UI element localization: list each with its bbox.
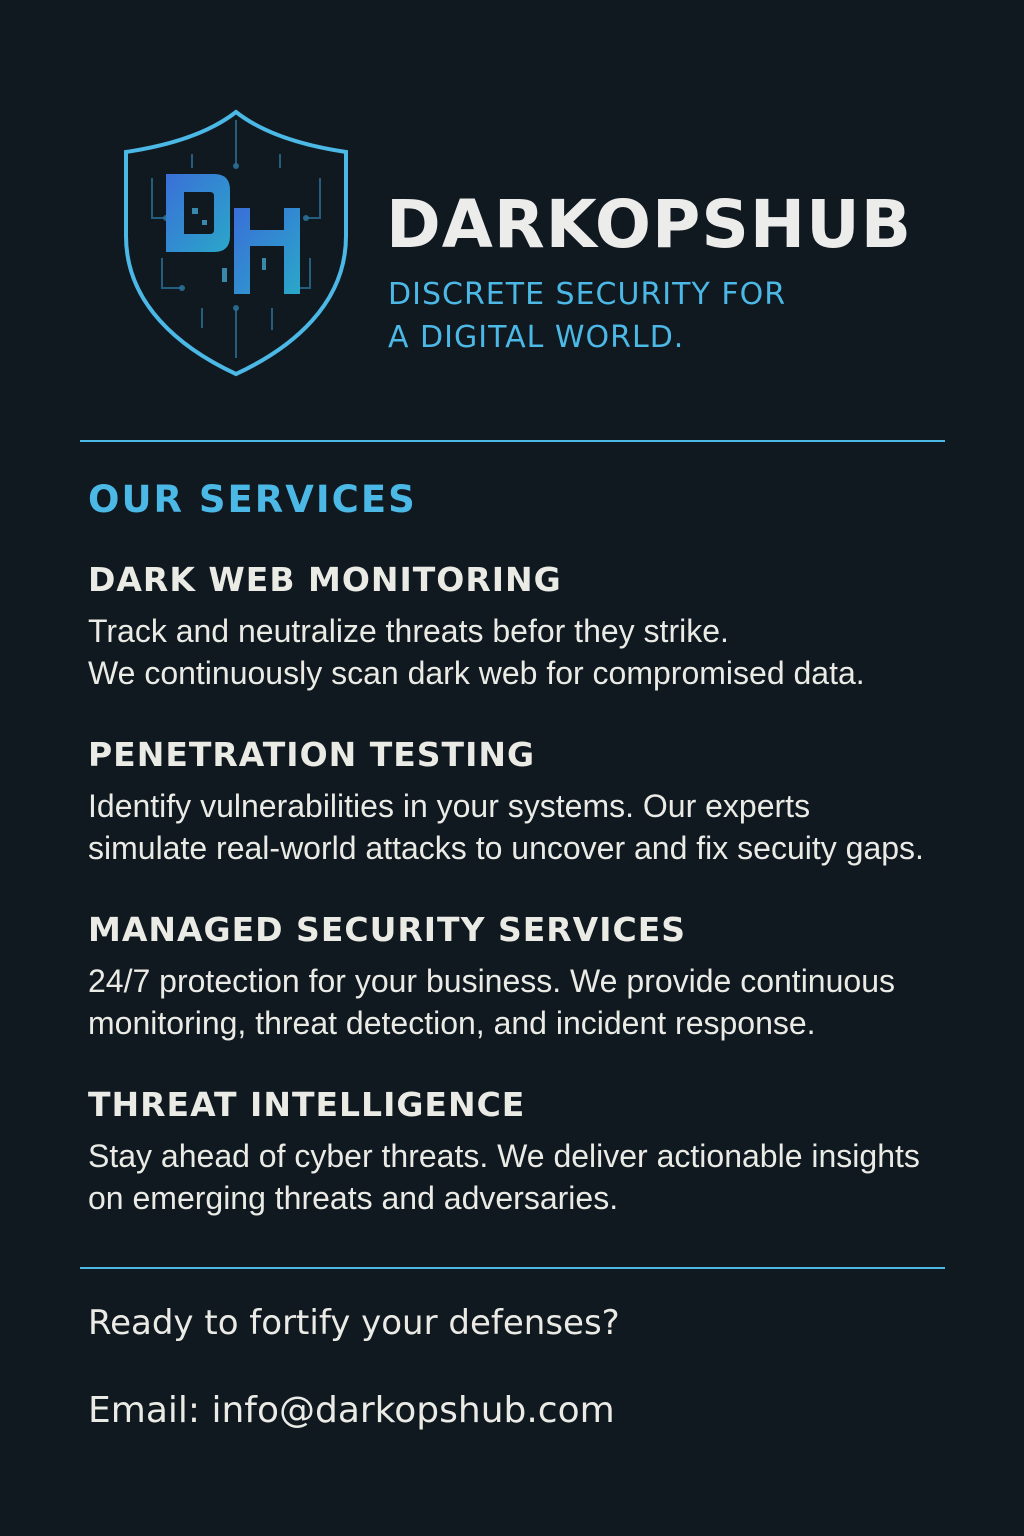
service-description: Identify vulnerabilities in your systems… [88, 785, 1008, 869]
service-title: PENETRATION TESTING [88, 735, 536, 774]
service-description-line: simulate real-world attacks to uncover a… [88, 830, 924, 866]
service-description-line: We continuously scan dark web for compro… [88, 655, 865, 691]
service-description: 24/7 protection for your business. We pr… [88, 960, 1008, 1044]
section-divider [80, 1267, 945, 1269]
service-title: MANAGED SECURITY SERVICES [88, 910, 687, 949]
tagline-line: DISCRETE SECURITY FOR [388, 277, 787, 312]
service-description-line: monitoring, threat detection, and incide… [88, 1005, 816, 1041]
services-heading: OUR SERVICES [88, 478, 417, 521]
service-description: Stay ahead of cyber threats. We deliver … [88, 1135, 1008, 1219]
service-penetration-testing: PENETRATION TESTING Identify vulnerabili… [88, 735, 1008, 869]
service-dark-web-monitoring: DARK WEB MONITORING Track and neutralize… [88, 560, 1008, 694]
service-description-line: Identify vulnerabilities in your systems… [88, 788, 811, 824]
call-to-action: Ready to fortify your defenses? [88, 1303, 620, 1343]
shield-icon [124, 109, 348, 377]
contact-email[interactable]: Email: info@darkopshub.com [88, 1387, 615, 1435]
service-managed-security: MANAGED SECURITY SERVICES 24/7 protectio… [88, 910, 1008, 1044]
service-description-line: Stay ahead of cyber threats. We deliver … [88, 1138, 920, 1174]
service-description-line: 24/7 protection for your business. We pr… [88, 963, 895, 999]
tagline-line: A DIGITAL WORLD. [388, 320, 685, 355]
section-divider [80, 440, 945, 442]
brand-tagline: DISCRETE SECURITY FOR A DIGITAL WORLD. [388, 273, 786, 359]
service-threat-intelligence: THREAT INTELLIGENCE Stay ahead of cyber … [88, 1085, 1008, 1219]
service-description: Track and neutralize threats befor they … [88, 610, 1008, 694]
service-title: THREAT INTELLIGENCE [88, 1085, 526, 1124]
service-description-line: Track and neutralize threats befor they … [88, 613, 729, 649]
shield-logo [122, 108, 350, 378]
service-title: DARK WEB MONITORING [88, 560, 562, 599]
service-description-line: on emerging threats and adversaries. [88, 1180, 619, 1216]
brand-name: DARKOPSHUB [386, 186, 913, 263]
